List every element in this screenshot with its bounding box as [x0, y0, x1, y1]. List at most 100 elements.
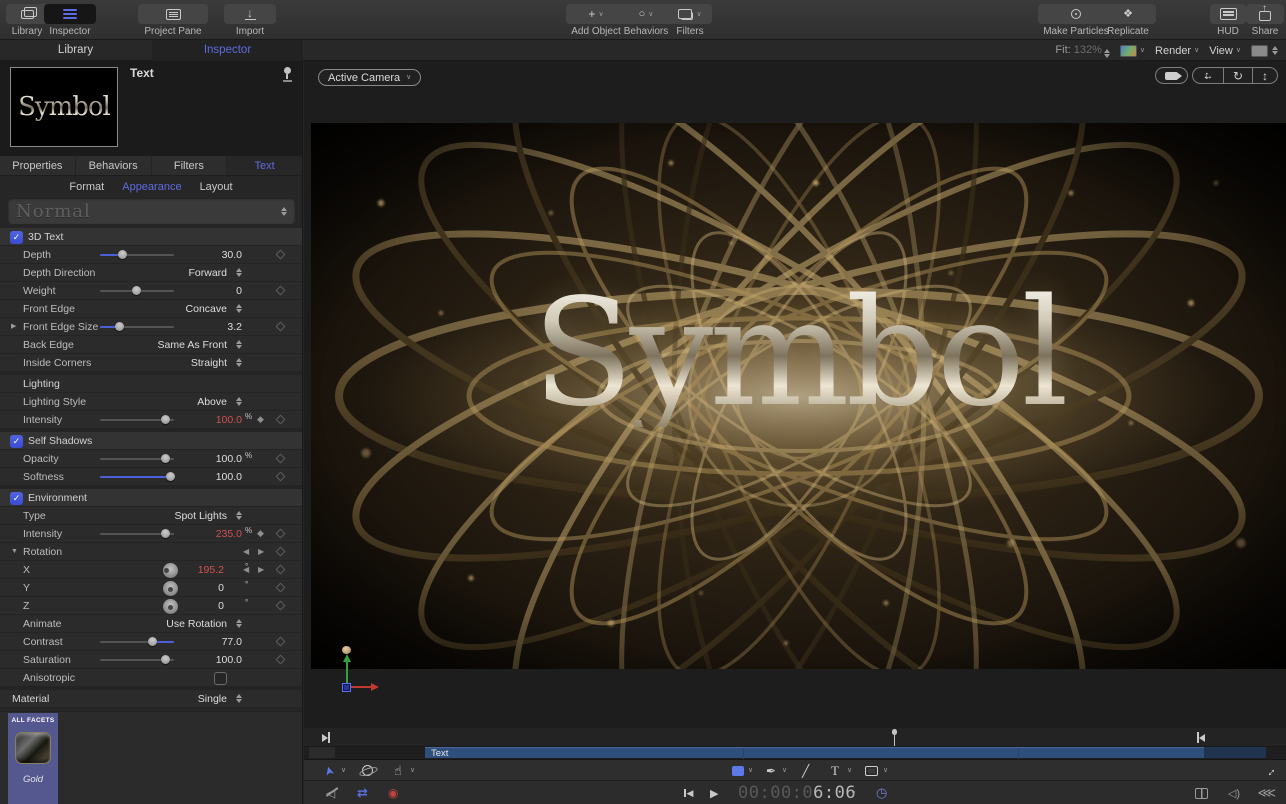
record-button[interactable]: ◉	[388, 781, 398, 804]
subtab-layout[interactable]: Layout	[200, 181, 233, 193]
disclosure-triangle-icon[interactable]: ▼	[11, 548, 18, 555]
rotation-x-value[interactable]: 195.2	[150, 564, 224, 576]
library-button[interactable]: Library	[6, 4, 48, 37]
tab-properties[interactable]: Properties	[0, 156, 76, 175]
hud-button[interactable]: HUD	[1210, 4, 1246, 37]
pan-tool-button[interactable]: ↔ ↔	[1193, 68, 1224, 83]
go-to-start-button[interactable]: ◀	[684, 781, 693, 804]
depth-value[interactable]: 30.0	[168, 249, 242, 261]
front-edge-popup[interactable]: Concave	[186, 303, 227, 315]
hand-tool-button[interactable]: ☝	[394, 760, 402, 781]
mask-tool-chevron[interactable]: ∨	[883, 760, 888, 781]
gizmo-origin-handle[interactable]	[342, 683, 351, 692]
canvas-title-text[interactable]: Symbol	[311, 279, 1286, 427]
share-button[interactable]: ↑ Share	[1246, 4, 1284, 37]
gizmo-light-handle[interactable]	[342, 646, 351, 654]
playhead[interactable]	[890, 729, 899, 746]
anisotropic-checkbox[interactable]	[214, 671, 227, 685]
opacity-slider[interactable]	[100, 454, 174, 463]
play-range-in-marker[interactable]	[322, 732, 330, 743]
camera-tool-button[interactable]	[1154, 67, 1188, 84]
panel-tab-library[interactable]: Library	[0, 40, 151, 61]
select-tool-chevron[interactable]: ∨	[341, 760, 346, 781]
orbit-3d-tool-button[interactable]	[362, 760, 373, 781]
text-layer-bar[interactable]: Text	[425, 747, 1204, 759]
3d-text-checkbox[interactable]: ✓	[10, 230, 23, 244]
subtab-appearance[interactable]: Appearance	[122, 181, 181, 193]
axis-gizmo[interactable]	[340, 646, 386, 699]
keyframe-diamond-icon[interactable]	[275, 528, 286, 539]
keyframe-diamond-icon[interactable]	[275, 321, 286, 332]
expand-timeline-button[interactable]: ↔	[1261, 760, 1279, 781]
next-keyframe-icon[interactable]: ▶	[258, 548, 264, 556]
audio-button[interactable]: ◁)	[1228, 781, 1240, 804]
bezier-tool-chevron[interactable]: ∨	[782, 760, 787, 781]
depth-direction-popup[interactable]: Forward	[188, 267, 227, 279]
material-tile-selected[interactable]: ALL FACETS Gold	[8, 713, 58, 804]
tab-text[interactable]: Text	[227, 156, 302, 175]
replicate-button[interactable]: ❖ Replicate	[1100, 4, 1156, 37]
keyframe-diamond-icon[interactable]	[275, 453, 286, 464]
inspector-button[interactable]: Inspector	[44, 4, 96, 37]
text-tool-button[interactable]: T	[831, 760, 839, 781]
view-menu[interactable]: View ∨	[1209, 45, 1241, 57]
tab-filters[interactable]: Filters	[152, 156, 228, 175]
show-frame-browser-button[interactable]	[1195, 781, 1208, 804]
mini-timeline-ruler[interactable]	[304, 728, 1286, 747]
keyframe-diamond-icon[interactable]	[275, 249, 286, 260]
channels-menu[interactable]: ∨	[1119, 44, 1145, 57]
style-preset-dropdown[interactable]: Normal	[8, 198, 295, 224]
project-pane-button[interactable]: Project Pane	[138, 4, 208, 37]
weight-value[interactable]: 0	[168, 285, 242, 297]
opacity-value[interactable]: 100.0	[168, 453, 242, 465]
hand-tool-chevron[interactable]: ∨	[410, 760, 415, 781]
timecode-menu-chevron[interactable]: ∨	[851, 781, 856, 804]
weight-slider[interactable]	[100, 286, 174, 295]
lighting-style-popup[interactable]: Above	[197, 396, 227, 408]
tab-behaviors[interactable]: Behaviors	[76, 156, 152, 175]
keyframe-diamond-icon[interactable]	[275, 636, 286, 647]
dolly-tool-button[interactable]: ↕	[1253, 68, 1277, 83]
add-object-button[interactable]: + ∨ Add Object	[566, 4, 626, 37]
fit-control[interactable]: Fit: 132%	[1055, 44, 1110, 58]
show-hide-timeline-button[interactable]: ⋘	[1258, 781, 1276, 804]
prev-keyframe-icon[interactable]: ◀	[243, 548, 249, 556]
prev-keyframe-icon[interactable]: ◀	[243, 566, 249, 574]
contrast-slider[interactable]	[100, 637, 174, 646]
next-keyframe-icon[interactable]: ◆	[257, 529, 264, 538]
keyframe-diamond-icon[interactable]	[275, 600, 286, 611]
play-button[interactable]: ▶	[710, 781, 718, 804]
keyframe-diamond-icon[interactable]	[275, 546, 286, 557]
next-keyframe-icon[interactable]: ▶	[258, 566, 264, 574]
pin-icon[interactable]	[282, 67, 292, 83]
timecode-display[interactable]: 00:00:06:06	[738, 781, 856, 804]
shape-tool-button[interactable]	[732, 760, 744, 781]
type-popup[interactable]: Spot Lights	[174, 510, 227, 522]
mask-tool-button[interactable]	[865, 760, 878, 781]
behaviors-button[interactable]: ○ ∨ Behaviors	[618, 4, 674, 37]
render-menu[interactable]: Render ∨	[1155, 45, 1199, 57]
rotation-y-value[interactable]: 0	[150, 582, 224, 594]
layout-stepper-icon[interactable]	[1272, 46, 1278, 55]
filters-button[interactable]: ∨ Filters	[668, 4, 712, 37]
softness-slider[interactable]	[100, 472, 176, 481]
inside-corners-popup[interactable]: Straight	[191, 357, 227, 369]
timecode-mode-button[interactable]: ◷	[876, 781, 887, 804]
env-intensity-value[interactable]: 235.0	[168, 528, 242, 540]
disclosure-triangle-icon[interactable]: ▶	[11, 323, 16, 330]
bezier-tool-button[interactable]: ✒	[766, 760, 776, 781]
fit-stepper-icon[interactable]	[1103, 48, 1110, 58]
keyframe-diamond-icon[interactable]	[275, 285, 286, 296]
front-edge-size-value[interactable]: 3.2	[168, 321, 242, 333]
panel-tab-inspector[interactable]: Inspector	[152, 40, 303, 61]
keyframe-diamond-icon[interactable]	[275, 654, 286, 665]
layout-control[interactable]	[1251, 44, 1278, 57]
loop-button[interactable]: ⇄	[357, 781, 368, 804]
next-keyframe-icon[interactable]: ◆	[257, 415, 264, 424]
keyframe-diamond-icon[interactable]	[275, 564, 286, 575]
self-shadows-checkbox[interactable]: ✓	[10, 434, 23, 448]
play-range-out-marker[interactable]	[1197, 732, 1205, 743]
keyframe-diamond-icon[interactable]	[275, 471, 286, 482]
back-edge-popup[interactable]: Same As Front	[158, 339, 227, 351]
saturation-value[interactable]: 100.0	[168, 654, 242, 666]
